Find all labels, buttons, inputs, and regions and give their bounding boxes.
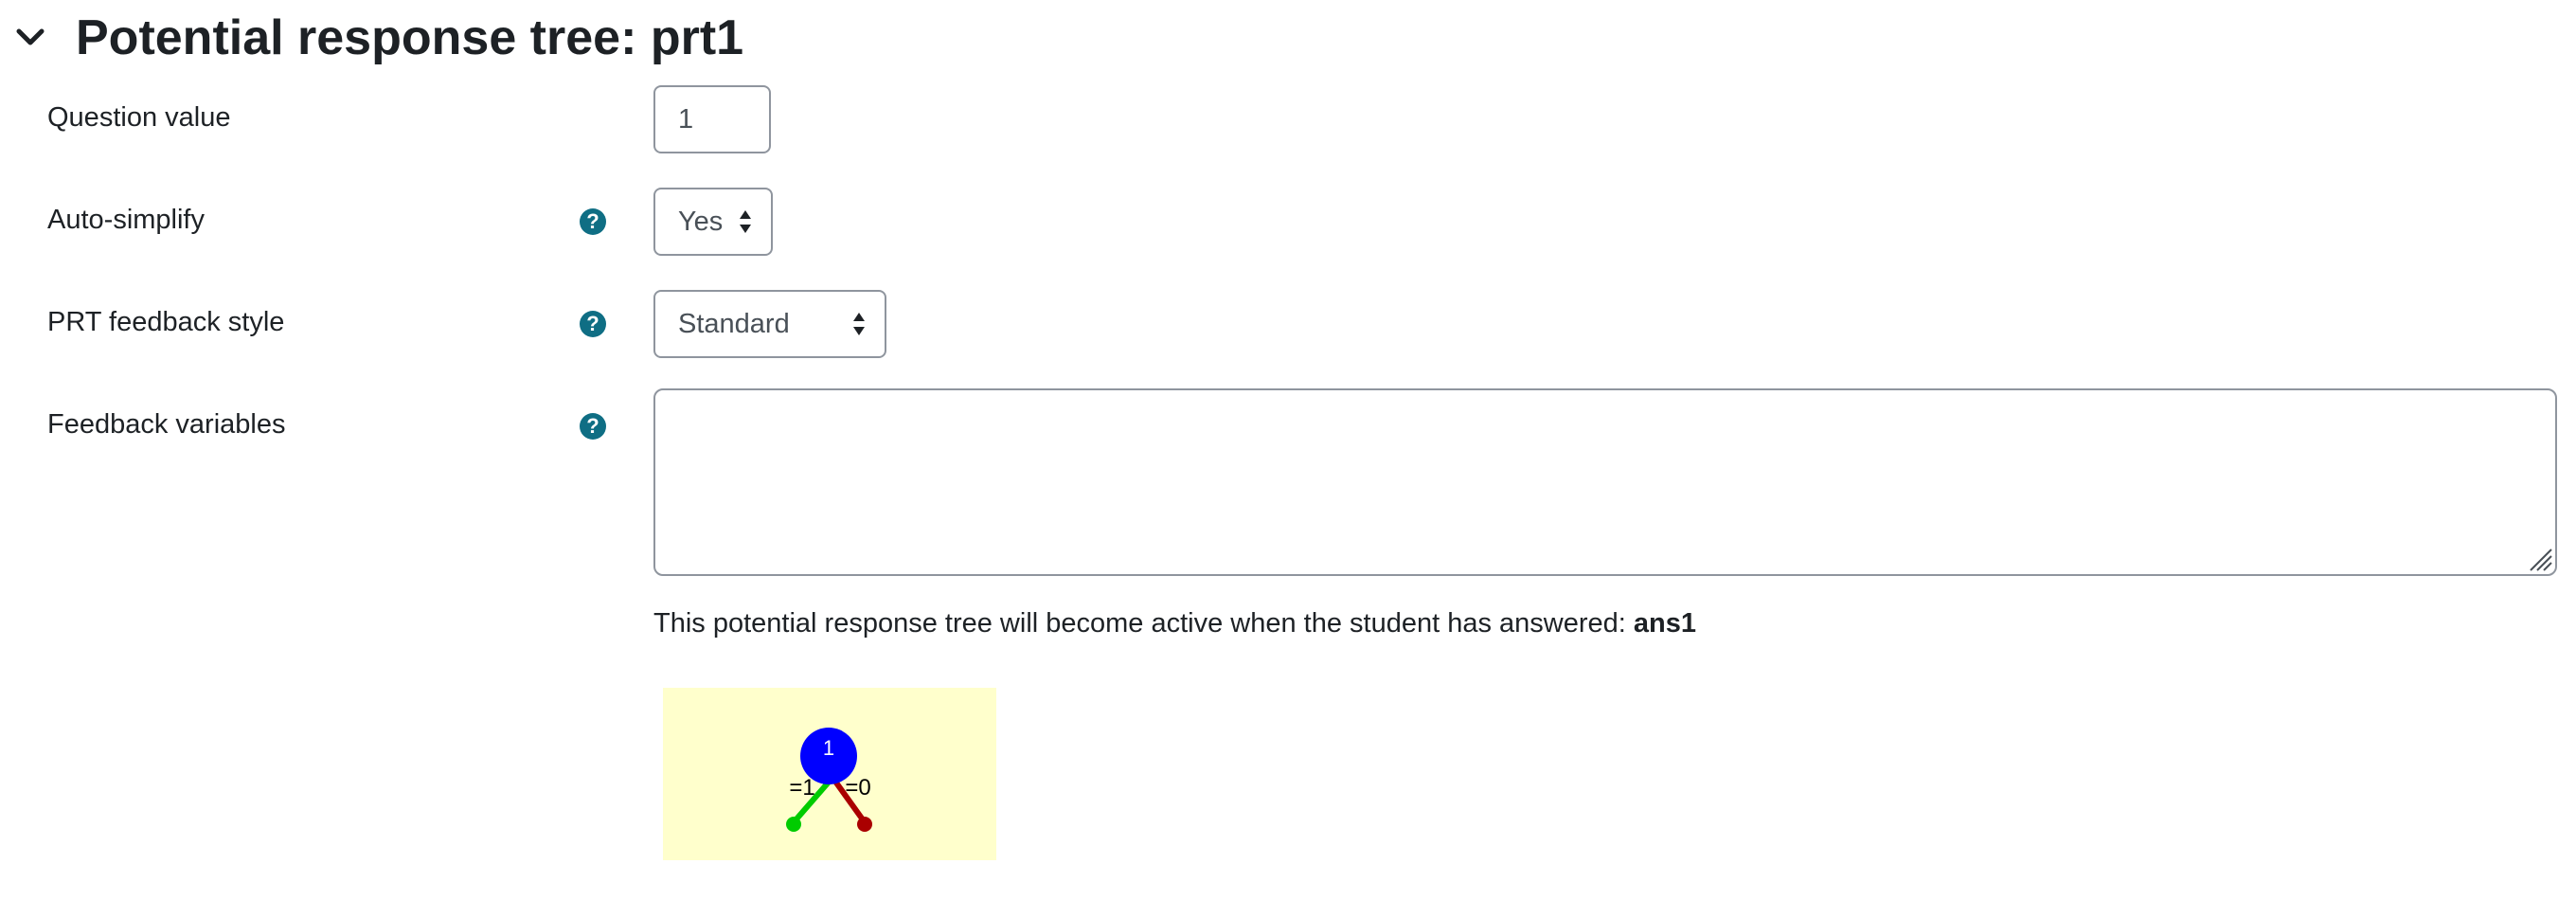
auto-simplify-select[interactable]: Yes	[653, 188, 773, 256]
prt-graph-svg: 1 =1 =0	[786, 728, 872, 832]
auto-simplify-selected: Yes	[678, 206, 724, 237]
section-header: Potential response tree: prt1	[11, 0, 743, 76]
active-answer-name: ans1	[1633, 608, 1697, 639]
question-value-label: Question value	[47, 102, 231, 133]
active-note: This potential response tree will become…	[653, 608, 1696, 639]
feedback-variables-textarea[interactable]	[653, 388, 2557, 576]
prt-graph: 1 =1 =0	[663, 688, 996, 860]
chevron-down-icon[interactable]	[11, 19, 49, 57]
select-arrows-icon	[740, 210, 751, 233]
node-label: 1	[823, 736, 834, 760]
question-circle-icon[interactable]: ?	[580, 208, 606, 235]
select-arrows-icon	[853, 313, 865, 335]
question-value-input[interactable]	[653, 85, 771, 153]
feedback-style-select[interactable]: Standard	[653, 290, 886, 358]
auto-simplify-label: Auto-simplify	[47, 205, 205, 235]
active-note-text: This potential response tree will become…	[653, 608, 1634, 639]
question-circle-icon[interactable]: ?	[580, 413, 606, 440]
resize-grip-icon[interactable]	[2525, 544, 2553, 572]
true-branch-label: =1	[789, 775, 814, 801]
question-circle-icon[interactable]: ?	[580, 311, 606, 337]
feedback-variables-label: Feedback variables	[47, 409, 286, 440]
section-title: Potential response tree: prt1	[76, 10, 744, 65]
feedback-style-selected: Standard	[678, 308, 790, 339]
feedback-style-label: PRT feedback style	[47, 307, 285, 337]
false-branch-end	[857, 817, 872, 832]
false-branch-label: =0	[845, 775, 870, 801]
true-branch-end	[786, 817, 801, 832]
